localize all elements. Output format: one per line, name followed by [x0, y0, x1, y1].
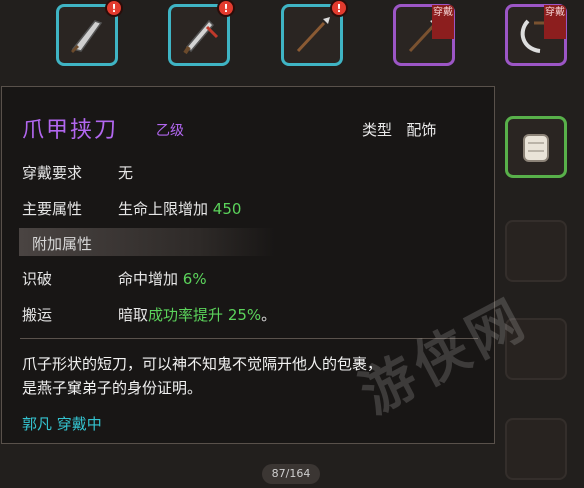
- broad-sword-icon: [71, 20, 103, 53]
- equipped-tag: 穿戴: [544, 5, 566, 39]
- inventory-page-counter: 87/164: [262, 464, 320, 484]
- weapon-slot-1[interactable]: !: [56, 0, 123, 66]
- type-value: 配饰: [406, 121, 437, 139]
- spear-icon: [296, 17, 330, 53]
- attr1-label: 识破: [22, 270, 53, 288]
- weapon-slot-5[interactable]: 穿戴: [505, 4, 567, 66]
- equipped-tag: 穿戴: [432, 5, 454, 39]
- serrated-sword-icon: [183, 19, 219, 55]
- weapon-slot-4[interactable]: 穿戴: [393, 4, 455, 66]
- attr1-text: 命中增加: [118, 270, 179, 288]
- item-type: 类型 配饰: [362, 119, 436, 140]
- empty-slot[interactable]: [505, 418, 567, 480]
- main-attr-label: 主要属性: [22, 200, 83, 218]
- attr2-value: 25%: [227, 306, 262, 324]
- item-name: 爪甲挟刀: [22, 118, 119, 143]
- requirement-label: 穿戴要求: [22, 164, 83, 182]
- attr1-value: 6%: [182, 270, 207, 288]
- accessory-slot[interactable]: [505, 116, 567, 178]
- attr2-text: 成功率提升: [148, 306, 224, 324]
- requirement-value: 无: [118, 164, 134, 182]
- main-attr-value: 450: [212, 200, 242, 218]
- main-attr: 生命上限增加 450: [118, 198, 241, 219]
- weapon-slot-2[interactable]: !: [168, 0, 235, 66]
- weapon-slot-3[interactable]: !: [281, 0, 348, 66]
- attr2: 暗取成功率提升 25%。: [118, 304, 276, 325]
- main-attr-text: 生命上限增加: [118, 200, 209, 218]
- type-label: 类型: [362, 121, 393, 139]
- attr2-suffix: 。: [261, 306, 277, 324]
- extra-attr-header: 附加属性: [32, 235, 93, 253]
- item-grade: 乙级: [156, 123, 184, 139]
- attr1: 命中增加 6%: [118, 268, 207, 289]
- attr2-prefix: 暗取: [118, 306, 149, 324]
- empty-slot[interactable]: [505, 220, 567, 282]
- attr2-label: 搬运: [22, 306, 53, 324]
- gloves-icon: [523, 134, 549, 162]
- equipped-by: 郭凡 穿戴中: [22, 415, 102, 433]
